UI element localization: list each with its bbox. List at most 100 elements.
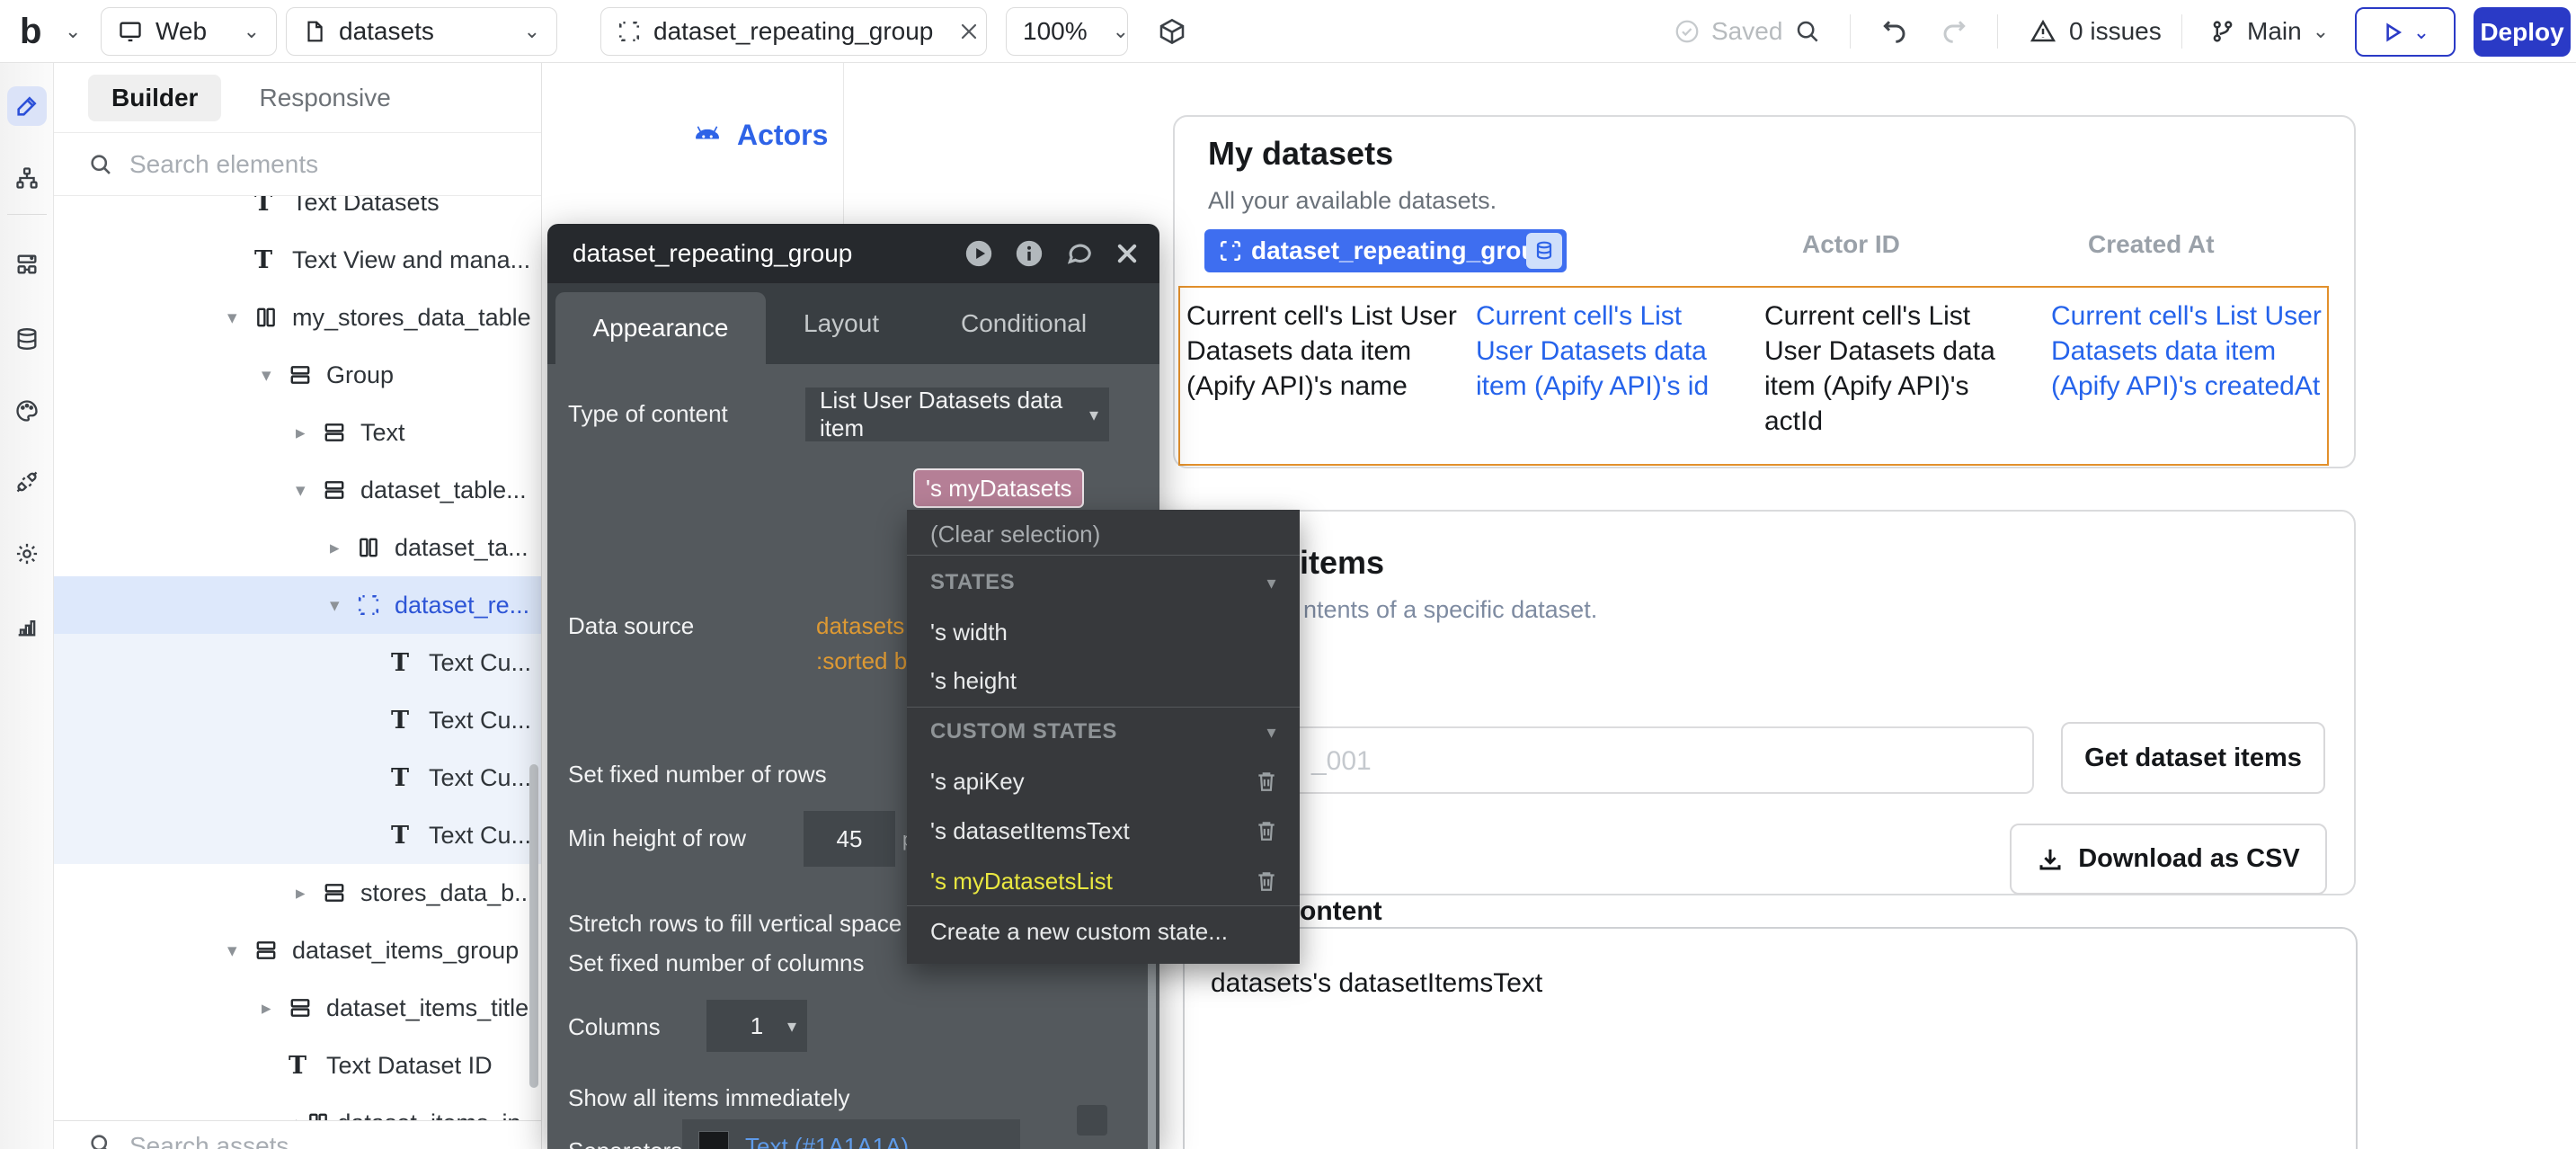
property-editor-header[interactable]: dataset_repeating_group (547, 224, 1159, 283)
tree-item-dataset-table[interactable]: ▾dataset_table... (54, 461, 541, 519)
comment-icon[interactable] (1064, 238, 1095, 269)
tab-builder[interactable]: Builder (88, 75, 221, 121)
tab-appearance[interactable]: Appearance (555, 292, 766, 364)
info-icon[interactable] (1014, 238, 1044, 269)
min-height-label: Min height of row (568, 824, 746, 852)
state-picker-dropdown: (Clear selection) STATES ▾ 's width 's h… (907, 510, 1300, 964)
page-select[interactable]: datasets ⌄ (286, 7, 557, 56)
data-tab-icon[interactable] (7, 319, 47, 359)
workflow-tab-icon[interactable] (7, 158, 47, 198)
tree-item-dataset-repeating-group[interactable]: ▾dataset_re... (54, 576, 541, 634)
design-tab-icon[interactable] (7, 86, 47, 126)
chevron-down-icon: ⌄ (2313, 20, 2329, 43)
data-source-expression[interactable]: datasets (816, 612, 904, 640)
assets-search[interactable]: Search assets (54, 1120, 541, 1149)
tree-item-text-cu-3[interactable]: TText Cu... (54, 749, 541, 806)
content-label-fragment: ontent (1300, 896, 1382, 927)
zoom-select[interactable]: 100% ⌄ (1006, 7, 1128, 56)
columns-select[interactable]: 1 ▾ (706, 1000, 807, 1052)
clear-selection-option[interactable]: (Clear selection) (907, 512, 1300, 557)
app-menu-chevron[interactable]: ⌄ (65, 0, 81, 63)
element-tree: TText Datasets TText View and mana... ▾m… (54, 196, 541, 1120)
get-dataset-items-button[interactable]: Get dataset items (2061, 722, 2325, 794)
element-tab[interactable]: dataset_repeating_group (600, 7, 987, 56)
component-library-icon[interactable] (1158, 0, 1186, 63)
redo-icon[interactable] (1940, 0, 1968, 63)
min-height-input[interactable]: 45 (804, 811, 895, 867)
bubble-logo[interactable]: b (20, 0, 40, 63)
tree-item-dataset-items-group[interactable]: ▾dataset_items_group (54, 922, 541, 979)
tree-item-text-datasets[interactable]: TText Datasets (54, 196, 541, 231)
states-section-header[interactable]: STATES ▾ (907, 560, 1300, 605)
tree-item-text-cu-2[interactable]: TText Cu... (54, 691, 541, 749)
custom-state-mydatasetslist[interactable]: 's myDatasetsList (907, 859, 1300, 904)
selected-element-outline[interactable]: Current cell's List User Datasets data i… (1178, 286, 2329, 466)
tree-scrollbar[interactable] (529, 764, 538, 1088)
search-icon[interactable] (1794, 0, 1821, 63)
fixed-rows-label: Set fixed number of rows (568, 761, 827, 788)
state-option-width[interactable]: 's width (907, 610, 1300, 655)
group-icon (289, 363, 319, 387)
tree-item-group[interactable]: ▾Group (54, 346, 541, 404)
search-icon (88, 152, 113, 177)
preview-button[interactable]: ⌄ (2355, 7, 2456, 57)
create-custom-state-option[interactable]: Create a new custom state... (907, 909, 1300, 954)
undo-icon[interactable] (1880, 0, 1909, 63)
data-source-expression-suffix[interactable]: :sorted b (816, 647, 907, 675)
download-csv-button[interactable]: Download as CSV (2010, 824, 2327, 895)
dataset-items-preview[interactable]: datasets's datasetItemsText (1183, 927, 2358, 1149)
show-all-items-checkbox[interactable] (1077, 1105, 1107, 1136)
tab-responsive[interactable]: Responsive (259, 84, 390, 112)
color-swatch[interactable] (698, 1131, 729, 1149)
table-cell-actid[interactable]: Current cell's List User Datasets data i… (1764, 298, 2012, 439)
preview-element-icon[interactable] (964, 238, 994, 269)
dataset-id-input[interactable]: _001 (1208, 726, 2034, 794)
trash-icon[interactable] (1255, 869, 1278, 893)
components-tab-icon[interactable] (7, 245, 47, 284)
chevron-down-icon: ▾ (1089, 404, 1098, 426)
trash-icon[interactable] (1255, 819, 1278, 842)
separator-color-field[interactable]: Text (#1A1A1A) (682, 1119, 1020, 1149)
type-of-content-select[interactable]: List User Datasets data item ▾ (805, 387, 1109, 441)
actors-label: Actors (737, 119, 828, 152)
dataset-id-placeholder-fragment: _001 (1311, 746, 1372, 777)
element-search[interactable]: Search elements (54, 133, 541, 196)
custom-state-apikey[interactable]: 's apiKey (907, 759, 1300, 804)
selected-element-chip[interactable]: dataset_repeating_group (1204, 229, 1567, 272)
trash-icon[interactable] (1255, 770, 1278, 793)
data-source-badge[interactable] (1526, 233, 1562, 269)
expression-token-my-datasets[interactable]: 's myDatasets (913, 468, 1084, 508)
column-header-actor-id: Actor ID (1802, 230, 1900, 259)
deploy-button[interactable]: Deploy (2474, 7, 2571, 57)
table-cell-id[interactable]: Current cell's List User Datasets data i… (1476, 298, 1720, 404)
tree-item-stores-data-b[interactable]: ▸stores_data_b... (54, 864, 541, 922)
tab-conditional[interactable]: Conditional (961, 283, 1087, 364)
custom-states-section-header[interactable]: CUSTOM STATES ▾ (907, 709, 1300, 754)
tree-item-my-stores-data-table[interactable]: ▾my_stores_data_table (54, 289, 541, 346)
tree-item-dataset-items-in[interactable]: ▸dataset_items_in... (54, 1094, 541, 1120)
branch-selector[interactable]: Main ⌄ (2209, 0, 2329, 63)
tab-layout[interactable]: Layout (804, 283, 879, 364)
tree-item-text-group[interactable]: ▸Text (54, 404, 541, 461)
logs-tab-icon[interactable] (7, 607, 47, 646)
table-cell-createdat[interactable]: Current cell's List User Datasets data i… (2051, 298, 2326, 404)
tree-item-text-view[interactable]: TText View and mana... (54, 231, 541, 289)
close-icon[interactable] (1115, 241, 1140, 266)
custom-state-datasetitemstext[interactable]: 's datasetItemsText (907, 808, 1300, 853)
settings-tab-icon[interactable] (7, 534, 47, 574)
tree-item-text-cu-4[interactable]: TText Cu... (54, 806, 541, 864)
plugins-tab-icon[interactable] (7, 462, 47, 502)
color-value-link[interactable]: Text (#1A1A1A) (745, 1133, 909, 1149)
platform-select[interactable]: Web ⌄ (101, 7, 277, 56)
table-cell-name[interactable]: Current cell's List User Datasets data i… (1186, 298, 1467, 404)
tree-item-text-dataset-id[interactable]: TText Dataset ID (54, 1037, 541, 1094)
styles-tab-icon[interactable] (7, 391, 47, 431)
columns-icon (254, 306, 285, 329)
tree-item-dataset-ta[interactable]: ▸dataset_ta... (54, 519, 541, 576)
tree-item-text-cu-1[interactable]: TText Cu... (54, 634, 541, 691)
tree-item-dataset-items-title[interactable]: ▸dataset_items_title (54, 979, 541, 1037)
issues-indicator[interactable]: 0 issues (2030, 0, 2162, 63)
state-option-height[interactable]: 's height (907, 658, 1300, 703)
property-editor-tabbar: Appearance Layout Conditional (547, 283, 1159, 364)
close-icon[interactable] (958, 21, 980, 42)
